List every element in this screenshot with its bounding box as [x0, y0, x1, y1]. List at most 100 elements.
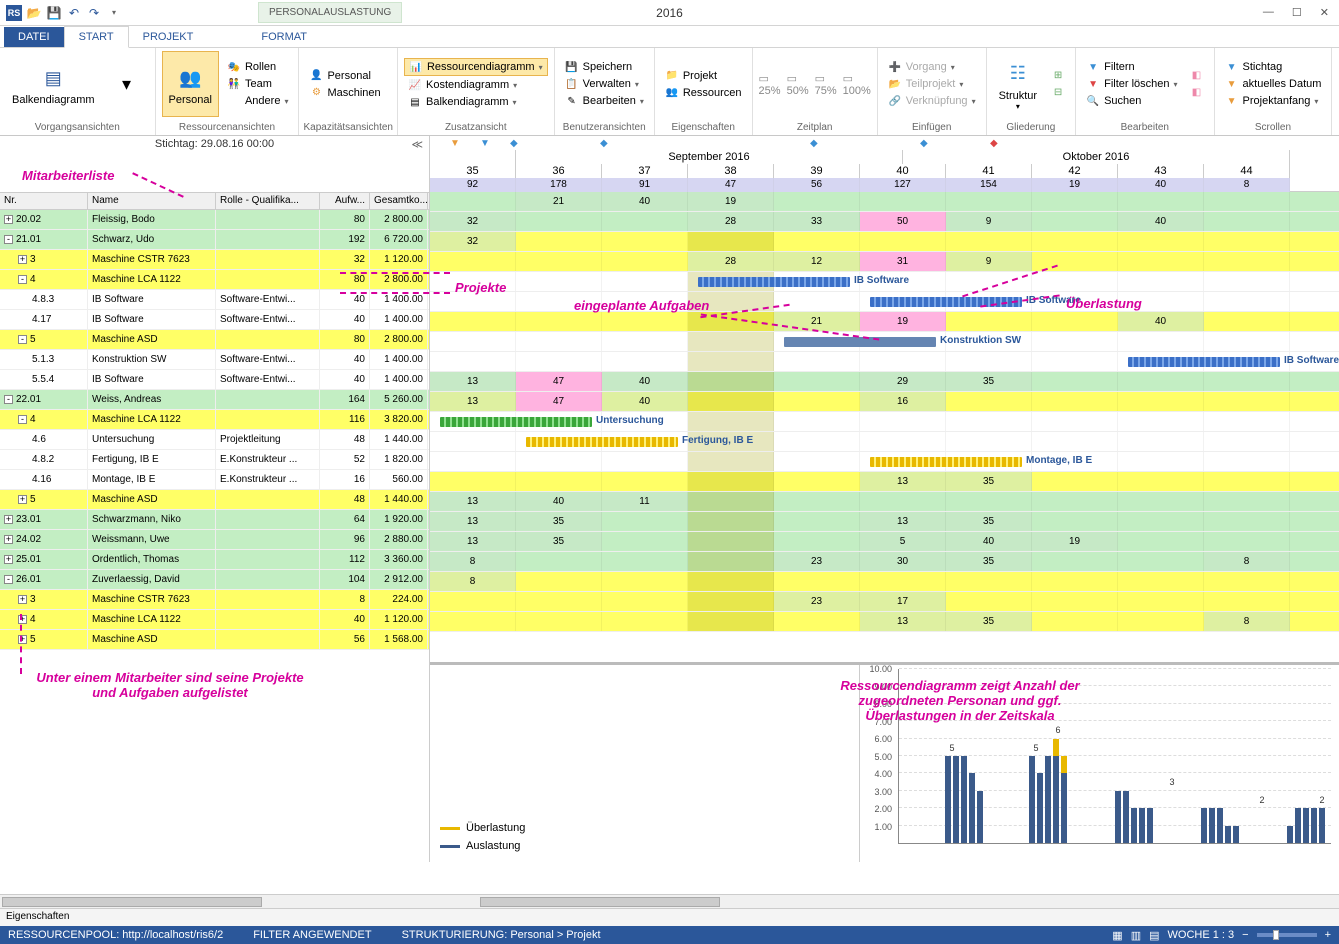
expand-toggle[interactable]: +	[18, 615, 27, 624]
timeline-row[interactable]: 32283350940	[430, 212, 1339, 232]
table-row[interactable]: -21.01Schwarz, Udo1926 720.00	[0, 230, 429, 250]
timeline-row[interactable]: 134011	[430, 492, 1339, 512]
task-bar[interactable]	[526, 437, 678, 447]
task-bar[interactable]	[1128, 357, 1280, 367]
minimize-icon[interactable]: —	[1263, 6, 1274, 19]
table-row[interactable]: +25.01Ordentlich, Thomas1123 360.00	[0, 550, 429, 570]
col-aufwand[interactable]: Aufw...	[320, 193, 370, 209]
timeline-body[interactable]: 21401932283350940322812319IB SoftwareIB …	[430, 192, 1339, 662]
kap-personal-button[interactable]: 👤Personal	[305, 68, 384, 84]
status-view1-icon[interactable]: ▦	[1112, 929, 1122, 942]
table-row[interactable]: 4.16Montage, IB EE.Konstrukteur ...16560…	[0, 470, 429, 490]
table-row[interactable]: 4.17IB SoftwareSoftware-Entwi...401 400.…	[0, 310, 429, 330]
filtern-button[interactable]: ▼Filtern	[1082, 59, 1181, 75]
task-bar[interactable]	[440, 417, 592, 427]
team-button[interactable]: 👫Team	[223, 76, 293, 92]
zoom-25[interactable]: ▭25%	[759, 72, 781, 97]
col-name[interactable]: Name	[88, 193, 216, 209]
personal-button[interactable]: 👥Personal	[162, 51, 219, 117]
suchen-button[interactable]: 🔍Suchen	[1082, 93, 1181, 109]
expand-toggle[interactable]: +	[4, 515, 13, 524]
expand-toggle[interactable]: +	[4, 555, 13, 564]
status-view2-icon[interactable]: ▥	[1131, 929, 1141, 942]
highlight2-button[interactable]: ◧	[1186, 85, 1208, 101]
andere-button[interactable]: Andere	[223, 93, 293, 109]
expand-toggle[interactable]: +	[18, 595, 27, 604]
table-row[interactable]: -4Maschine LCA 11221163 820.00	[0, 410, 429, 430]
save-icon[interactable]: 💾	[46, 5, 62, 21]
stichtag-button[interactable]: ▼Stichtag	[1221, 59, 1326, 75]
table-row[interactable]: 4.6UntersuchungProjektleitung481 440.00	[0, 430, 429, 450]
table-row[interactable]: +5Maschine ASD561 568.00	[0, 630, 429, 650]
table-row[interactable]: +3Maschine CSTR 7623321 120.00	[0, 250, 429, 270]
zoom-50[interactable]: ▭50%	[787, 72, 809, 97]
expand-toggle[interactable]: +	[18, 255, 27, 264]
expand-toggle[interactable]: -	[4, 395, 13, 404]
tab-start[interactable]: START	[64, 26, 129, 48]
timeline-row[interactable]: IB Software	[430, 352, 1339, 372]
timeline-row[interactable]: 82330358	[430, 552, 1339, 572]
timeline-row[interactable]: 2317	[430, 592, 1339, 612]
maximize-icon[interactable]: ☐	[1292, 6, 1302, 19]
collapse-all-button[interactable]: ⊟	[1047, 85, 1069, 101]
projekt-button[interactable]: 📁Projekt	[661, 68, 746, 84]
zoom-75[interactable]: ▭75%	[815, 72, 837, 97]
vorgang-more-button[interactable]: ▾	[105, 51, 149, 117]
status-view3-icon[interactable]: ▤	[1149, 929, 1159, 942]
zoom-100[interactable]: ▭100%	[843, 72, 871, 97]
expand-toggle[interactable]: +	[4, 215, 13, 224]
struktur-button[interactable]: ☷Struktur▾	[993, 51, 1044, 117]
kap-maschinen-button[interactable]: ⚙Maschinen	[305, 85, 384, 101]
timeline-row[interactable]: Fertigung, IB E	[430, 432, 1339, 452]
verwalten-button[interactable]: 📋Verwalten	[561, 76, 648, 92]
bearbeiten-button[interactable]: ✎Bearbeiten	[561, 93, 648, 109]
task-bar[interactable]	[870, 457, 1022, 467]
timeline-row[interactable]: 133554019	[430, 532, 1339, 552]
highlight1-button[interactable]: ◧	[1186, 68, 1208, 84]
table-row[interactable]: +3Maschine CSTR 76238224.00	[0, 590, 429, 610]
table-row[interactable]: 5.5.4IB SoftwareSoftware-Entwi...401 400…	[0, 370, 429, 390]
expand-toggle[interactable]: -	[4, 235, 13, 244]
datum-button[interactable]: ▼aktuelles Datum	[1221, 76, 1326, 92]
table-row[interactable]: -26.01Zuverlaessig, David1042 912.00	[0, 570, 429, 590]
horizontal-scrollbar[interactable]	[0, 894, 1339, 908]
col-role[interactable]: Rolle - Qualifika...	[216, 193, 320, 209]
zoom-in-icon[interactable]: +	[1325, 929, 1331, 941]
table-row[interactable]: -4Maschine LCA 1122802 800.00	[0, 270, 429, 290]
table-row[interactable]: +5Maschine ASD481 440.00	[0, 490, 429, 510]
expand-toggle[interactable]: +	[18, 635, 27, 644]
timeline-row[interactable]: 211940	[430, 312, 1339, 332]
task-bar[interactable]	[870, 297, 1022, 307]
timeline-row[interactable]: 8	[430, 572, 1339, 592]
timeline-row[interactable]: 214019	[430, 192, 1339, 212]
open-icon[interactable]: 📂	[26, 5, 42, 21]
expand-toggle[interactable]: -	[18, 275, 27, 284]
timeline-row[interactable]: 13351335	[430, 512, 1339, 532]
col-kosten[interactable]: Gesamtko...	[370, 193, 428, 209]
close-icon[interactable]: ✕	[1320, 6, 1329, 19]
timeline-row[interactable]: 1335	[430, 472, 1339, 492]
task-bar[interactable]	[698, 277, 850, 287]
balkendiagramm-button[interactable]: ▤Balkendiagramm	[6, 51, 101, 117]
timeline-row[interactable]: 13358	[430, 612, 1339, 632]
timeline-row[interactable]: 1347402935	[430, 372, 1339, 392]
task-bar[interactable]	[784, 337, 936, 347]
timeline-row[interactable]: IB Software	[430, 292, 1339, 312]
expand-toggle[interactable]: +	[4, 535, 13, 544]
table-row[interactable]: 5.1.3Konstruktion SWSoftware-Entwi...401…	[0, 350, 429, 370]
timeline-row[interactable]: Konstruktion SW	[430, 332, 1339, 352]
qat-more-icon[interactable]: ▾	[106, 5, 122, 21]
timeline-row[interactable]: Untersuchung	[430, 412, 1339, 432]
expand-toggle[interactable]: +	[18, 495, 27, 504]
projektanfang-button[interactable]: ▼Projektanfang	[1221, 93, 1326, 109]
table-row[interactable]: -22.01Weiss, Andreas1645 260.00	[0, 390, 429, 410]
undo-icon[interactable]: ↶	[66, 5, 82, 21]
rollen-button[interactable]: 🎭Rollen	[223, 59, 293, 75]
ressourcen-button[interactable]: 👥Ressourcen	[661, 85, 746, 101]
table-row[interactable]: +23.01Schwarzmann, Niko641 920.00	[0, 510, 429, 530]
table-row[interactable]: 4.8.2Fertigung, IB EE.Konstrukteur ...52…	[0, 450, 429, 470]
table-row[interactable]: +4Maschine LCA 1122401 120.00	[0, 610, 429, 630]
tab-file[interactable]: DATEI	[4, 27, 64, 47]
speichern-button[interactable]: 💾Speichern	[561, 59, 648, 75]
table-row[interactable]: -5Maschine ASD802 800.00	[0, 330, 429, 350]
